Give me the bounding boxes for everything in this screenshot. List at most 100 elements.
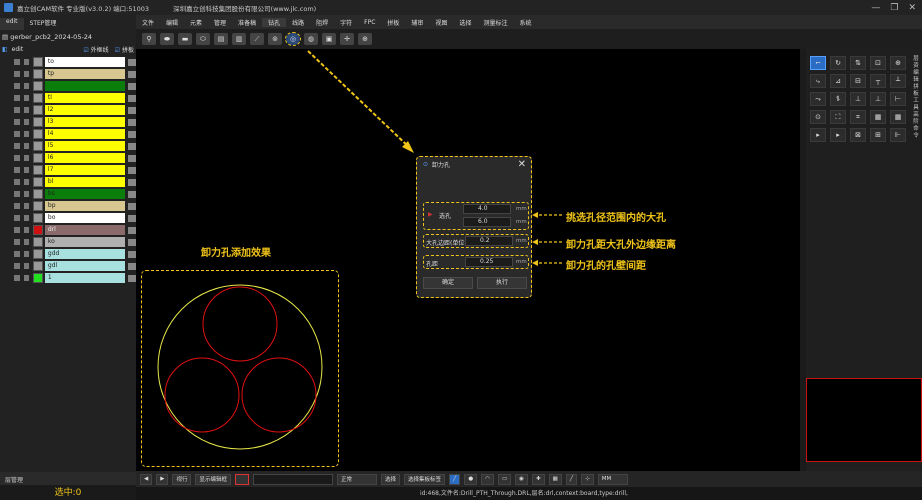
right-tool-22-icon[interactable]: ▸ — [830, 128, 846, 142]
layer-visible-toggle[interactable] — [14, 83, 20, 89]
draw-cross-icon[interactable]: ✚ — [531, 473, 545, 485]
layer-options-icon[interactable] — [128, 166, 136, 174]
right-tool-23-icon[interactable]: ⊠ — [850, 128, 866, 142]
layer-visible-toggle[interactable] — [14, 275, 20, 281]
layer-color-swatch[interactable] — [33, 225, 43, 235]
right-tool-8-icon[interactable]: ⊟ — [850, 74, 866, 88]
right-tab-char[interactable]: 层 — [911, 56, 921, 63]
layer-lock-toggle[interactable] — [23, 83, 30, 89]
tab-edit[interactable]: edit — [0, 18, 24, 30]
layer-color-swatch[interactable] — [33, 201, 43, 211]
layer-row[interactable]: gdl — [0, 260, 136, 272]
layer-row[interactable]: bs — [0, 188, 136, 200]
layer-row[interactable]: l2 — [0, 104, 136, 116]
unit-select[interactable]: MM — [597, 473, 628, 485]
layer-visible-toggle[interactable] — [14, 155, 20, 161]
layer-color-swatch[interactable] — [33, 105, 43, 115]
layer-color-swatch[interactable] — [33, 57, 43, 67]
layer-options-icon[interactable] — [128, 142, 136, 150]
layer-lock-toggle[interactable] — [23, 251, 30, 257]
layer-visible-toggle[interactable] — [14, 239, 20, 245]
draw-rect-icon[interactable]: ▭ — [497, 473, 512, 485]
snap-icon[interactable]: ⊹ — [581, 473, 594, 485]
layer-options-icon[interactable] — [128, 238, 136, 246]
max-diameter-input[interactable]: 6.0 — [463, 217, 511, 227]
tab-step-manager[interactable]: STEP管理 — [24, 18, 63, 30]
menu-item-6[interactable]: 线路 — [286, 18, 310, 27]
right-tab-char[interactable]: 命 — [911, 126, 921, 133]
layer-visible-toggle[interactable] — [14, 143, 20, 149]
draw-line-icon[interactable]: ╱ — [449, 473, 461, 485]
layer-options-icon[interactable] — [128, 178, 136, 186]
menu-item-14[interactable]: 测量标注 — [477, 18, 513, 27]
layer-visible-toggle[interactable] — [14, 95, 20, 101]
layer-options-icon[interactable] — [128, 274, 136, 282]
right-tool-25-icon[interactable]: ⊩ — [890, 128, 906, 142]
right-tool-11-icon[interactable]: ⤳ — [810, 92, 826, 106]
outline-checkbox[interactable]: ☑ 外框线 — [83, 45, 108, 54]
tool-11-icon[interactable]: ▣ — [322, 33, 336, 45]
spacing-input[interactable]: 0.25 — [465, 257, 513, 267]
command-input[interactable] — [253, 473, 333, 485]
right-tool-3-icon[interactable]: ⇅ — [850, 56, 866, 70]
tool-8-icon[interactable]: ⊚ — [268, 33, 282, 45]
right-tool-19-icon[interactable]: ▦ — [870, 110, 886, 124]
layer-row[interactable]: tp — [0, 68, 136, 80]
layer-row[interactable]: l7 — [0, 164, 136, 176]
right-tool-10-icon[interactable]: ┴ — [890, 74, 906, 88]
menu-item-8[interactable]: 字符 — [334, 18, 358, 27]
layer-manager-tab[interactable]: 层管理 — [0, 472, 136, 485]
right-tool-20-icon[interactable]: ▦ — [890, 110, 906, 124]
right-tab-char[interactable]: 资 — [911, 63, 921, 70]
maximize-button[interactable]: ❐ — [890, 3, 898, 13]
grid-icon[interactable]: ▦ — [548, 473, 562, 485]
tool-12-icon[interactable]: ✛ — [340, 33, 354, 45]
close-window-button[interactable]: ✕ — [908, 3, 916, 13]
layer-visible-toggle[interactable] — [14, 131, 20, 137]
right-tool-4-icon[interactable]: ⊡ — [870, 56, 886, 70]
distance-input[interactable]: 0.2 — [465, 236, 513, 246]
right-tool-24-icon[interactable]: ⊞ — [870, 128, 886, 142]
layer-visible-toggle[interactable] — [14, 203, 20, 209]
layer-options-icon[interactable] — [128, 106, 136, 114]
select-frame-icon[interactable] — [235, 473, 249, 485]
right-tab-char[interactable]: 板 — [911, 91, 921, 98]
layer-row[interactable]: to — [0, 56, 136, 68]
layer-row[interactable]: 1 — [0, 272, 136, 284]
board-label-button[interactable]: 选择集板标签 — [404, 473, 446, 485]
layer-lock-toggle[interactable] — [23, 71, 30, 77]
right-tool-6-icon[interactable]: ⤷ — [810, 74, 826, 88]
right-tool-12-icon[interactable]: ⥮ — [830, 92, 846, 106]
layer-row[interactable]: bl — [0, 176, 136, 188]
right-tool-2-icon[interactable]: ↻ — [830, 56, 846, 70]
menu-item-10[interactable]: 拼板 — [381, 18, 405, 27]
right-tab-char[interactable]: 编 — [911, 70, 921, 77]
relief-hole-icon[interactable]: ◎ — [285, 32, 301, 46]
layer-lock-toggle[interactable] — [23, 95, 30, 101]
layer-row[interactable]: l5 — [0, 140, 136, 152]
layer-color-swatch[interactable] — [33, 153, 43, 163]
layer-options-icon[interactable] — [128, 70, 136, 78]
right-tab-char[interactable]: 辑 — [911, 77, 921, 84]
layer-color-swatch[interactable] — [33, 189, 43, 199]
right-tool-9-icon[interactable]: ┬ — [870, 74, 886, 88]
layer-visible-toggle[interactable] — [14, 179, 20, 185]
layer-options-icon[interactable] — [128, 202, 136, 210]
layer-visible-toggle[interactable] — [14, 71, 20, 77]
menu-item-9[interactable]: FPC — [358, 19, 381, 26]
layer-row[interactable]: bo — [0, 212, 136, 224]
tool-2-icon[interactable]: ⬬ — [160, 33, 174, 45]
layer-options-icon[interactable] — [128, 190, 136, 198]
menu-item-0[interactable]: 文件 — [136, 18, 160, 27]
right-tab-char[interactable]: 高 — [911, 112, 921, 119]
confirm-button[interactable]: 确定 — [423, 277, 473, 289]
menu-item-11[interactable]: 辅审 — [405, 18, 429, 27]
dialog-close-icon[interactable]: ✕ — [518, 159, 526, 170]
layer-visible-toggle[interactable] — [14, 167, 20, 173]
right-tool-14-icon[interactable]: ⊥ — [870, 92, 886, 106]
layer-visible-toggle[interactable] — [14, 59, 20, 65]
minimap[interactable] — [806, 378, 922, 462]
layer-color-swatch[interactable] — [33, 261, 43, 271]
layer-row[interactable]: l6 — [0, 152, 136, 164]
measure-icon[interactable]: ╱ — [565, 473, 578, 485]
